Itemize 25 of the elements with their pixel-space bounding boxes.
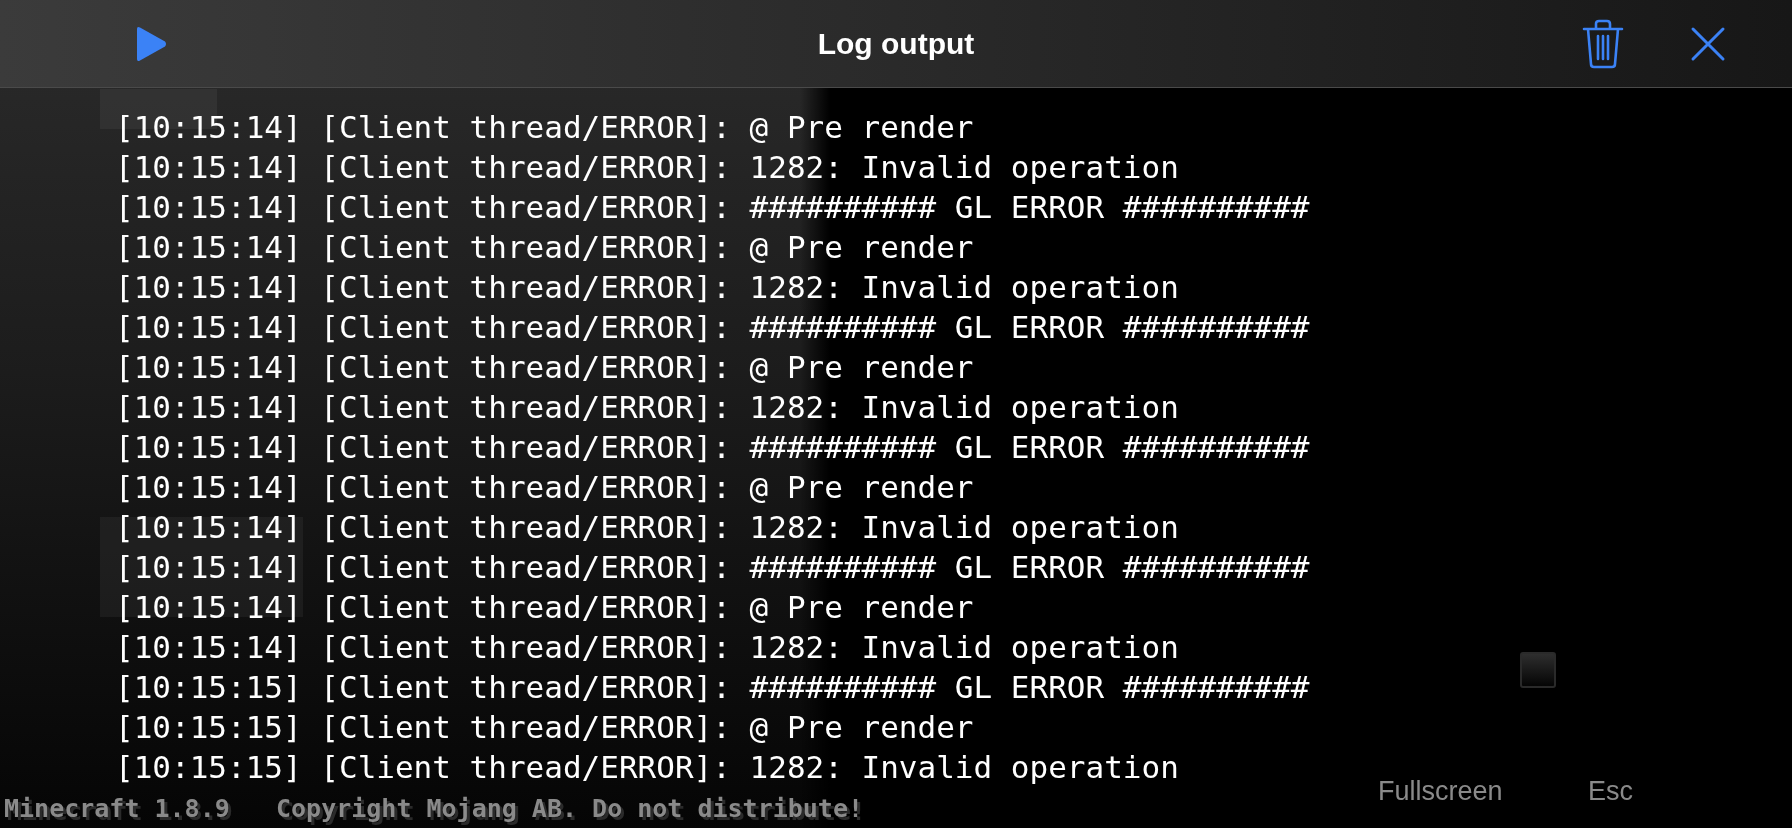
log-line: [10:15:14] [Client thread/ERROR]: ########## GL ERROR ########## bbox=[115, 548, 1310, 587]
log-line: [10:15:14] [Client thread/ERROR]: @ Pre render bbox=[115, 228, 974, 267]
log-line: [10:15:14] [Client thread/ERROR]: 1282: Invalid operation bbox=[115, 388, 1179, 427]
log-line: [10:15:14] [Client thread/ERROR]: 1282: Invalid operation bbox=[115, 268, 1179, 307]
game-version: Minecraft 1.8.9 bbox=[4, 794, 230, 823]
log-line: [10:15:15] [Client thread/ERROR]: @ Pre render bbox=[115, 708, 974, 747]
log-line: [10:15:14] [Client thread/ERROR]: @ Pre render bbox=[115, 468, 974, 507]
log-line: [10:15:15] [Client thread/ERROR]: ########## GL ERROR ########## bbox=[115, 668, 1310, 707]
log-line: [10:15:14] [Client thread/ERROR]: @ Pre render bbox=[115, 588, 974, 627]
log-line: [10:15:14] [Client thread/ERROR]: 1282: Invalid operation bbox=[115, 508, 1179, 547]
copyright-notice: Copyright Mojang AB. Do not distribute! bbox=[276, 794, 863, 823]
log-line: [10:15:14] [Client thread/ERROR]: ########## GL ERROR ########## bbox=[115, 308, 1310, 347]
trash-icon bbox=[1582, 18, 1624, 69]
log-line: [10:15:14] [Client thread/ERROR]: @ Pre render bbox=[115, 348, 974, 387]
window-title: Log output bbox=[817, 26, 975, 61]
play-icon bbox=[134, 24, 168, 63]
log-line: [10:15:14] [Client thread/ERROR]: @ Pre render bbox=[115, 108, 974, 147]
game-button[interactable]: Fullscreen bbox=[1378, 776, 1503, 807]
game-button[interactable]: Esc bbox=[1588, 776, 1633, 807]
log-line: [10:15:14] [Client thread/ERROR]: 1282: Invalid operation bbox=[115, 148, 1179, 187]
log-line: [10:15:14] [Client thread/ERROR]: ########## GL ERROR ########## bbox=[115, 188, 1310, 227]
log-line: [10:15:14] [Client thread/ERROR]: 1282: Invalid operation bbox=[115, 628, 1179, 667]
log-line: [10:15:14] [Client thread/ERROR]: ########## GL ERROR ########## bbox=[115, 428, 1310, 467]
close-icon bbox=[1690, 25, 1726, 62]
log-line: [10:15:15] [Client thread/ERROR]: 1282: Invalid operation bbox=[115, 748, 1179, 787]
